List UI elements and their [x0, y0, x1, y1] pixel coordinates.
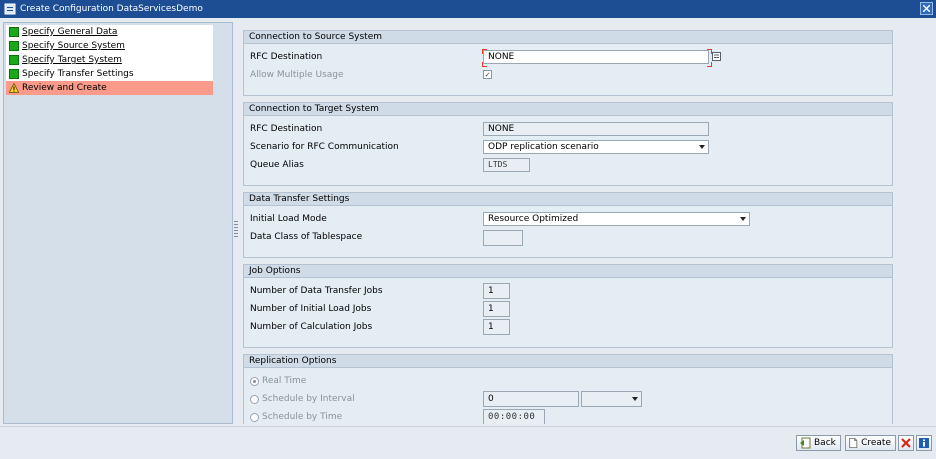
footer-toolbar: Back Create: [0, 426, 936, 459]
step-target-system[interactable]: Specify Target System: [6, 53, 213, 67]
job-options-group: Job Options Number of Data Transfer Jobs…: [243, 264, 893, 348]
initial-load-mode-select[interactable]: Resource Optimized: [483, 212, 750, 226]
calculation-jobs-input[interactable]: 1: [483, 319, 510, 335]
step-label: Specify Source System: [22, 41, 125, 51]
data-transfer-group: Data Transfer Settings Initial Load Mode…: [243, 192, 893, 258]
tablespace-input[interactable]: [483, 230, 523, 246]
create-button[interactable]: Create: [845, 435, 896, 451]
initial-load-mode-label: Initial Load Mode: [250, 214, 327, 224]
step-label: Review and Create: [22, 83, 107, 93]
back-label: Back: [814, 438, 836, 448]
completed-icon: [9, 27, 19, 37]
field-value: ODP replication scenario: [488, 142, 599, 152]
steps-list: Specify General Data Specify Source Syst…: [6, 25, 213, 95]
completed-icon: [9, 55, 19, 65]
field-value: NONE: [488, 124, 515, 134]
group-heading: Connection to Source System: [244, 31, 892, 44]
calculation-jobs-label: Number of Calculation Jobs: [250, 322, 373, 332]
field-value: Resource Optimized: [488, 214, 579, 224]
completed-icon: [9, 69, 19, 79]
cancel-icon: [901, 438, 911, 448]
content-pane: Connection to Source System RFC Destinat…: [240, 22, 930, 424]
group-heading: Replication Options: [244, 355, 892, 368]
title-bar: Create Configuration DataServicesDemo: [0, 0, 936, 18]
target-rfc-destination-input[interactable]: NONE: [483, 122, 709, 136]
group-heading: Data Transfer Settings: [244, 193, 892, 206]
field-value: 1: [488, 322, 494, 332]
rfc-destination-label: RFC Destination: [250, 52, 323, 62]
field-value: 1: [488, 304, 494, 314]
back-button[interactable]: Back: [796, 435, 841, 451]
real-time-option[interactable]: Real Time: [250, 374, 306, 388]
radio-button[interactable]: [250, 376, 259, 386]
step-label: Specify General Data: [22, 27, 118, 37]
new-document-icon: [849, 437, 858, 449]
required-marker: [482, 62, 487, 67]
tablespace-label: Data Class of Tablespace: [250, 232, 363, 242]
schedule-time-option[interactable]: Schedule by Time: [250, 410, 342, 424]
interval-unit-select[interactable]: [581, 391, 642, 407]
completed-icon: [9, 41, 19, 51]
step-general-data[interactable]: Specify General Data: [6, 25, 213, 39]
required-marker: [482, 49, 487, 54]
radio-button[interactable]: [250, 412, 259, 422]
steps-pane: Specify General Data Specify Source Syst…: [3, 22, 233, 424]
warning-icon: [9, 83, 19, 93]
schedule-time-input[interactable]: 00:00:00: [483, 409, 545, 424]
initial-load-jobs-input[interactable]: 1: [483, 301, 510, 317]
group-heading: Job Options: [244, 265, 892, 278]
scenario-select[interactable]: ODP replication scenario: [483, 140, 709, 154]
app-icon: [4, 3, 16, 15]
interval-input[interactable]: 0: [483, 391, 579, 407]
back-icon: [800, 437, 811, 449]
schedule-interval-option[interactable]: Schedule by Interval: [250, 392, 355, 406]
option-label: Schedule by Interval: [262, 394, 355, 404]
allow-multiple-usage-checkbox[interactable]: ✓: [483, 70, 492, 79]
data-transfer-jobs-label: Number of Data Transfer Jobs: [250, 286, 383, 296]
field-value: 1: [488, 286, 494, 296]
field-value: 00:00:00: [488, 412, 536, 422]
close-button[interactable]: [920, 2, 933, 15]
step-review-create[interactable]: Review and Create: [6, 81, 213, 95]
initial-load-jobs-label: Number of Initial Load Jobs: [250, 304, 372, 314]
step-label: Specify Target System: [22, 55, 122, 65]
cancel-button[interactable]: [898, 435, 914, 451]
field-value: NONE: [488, 52, 515, 62]
source-system-group: Connection to Source System RFC Destinat…: [243, 30, 893, 96]
queue-alias-label: Queue Alias: [250, 160, 304, 170]
field-value: LTDS: [488, 160, 508, 169]
radio-button[interactable]: [250, 394, 259, 404]
value-help-icon[interactable]: [712, 52, 722, 62]
replication-options-group: Replication Options Real Time Schedule b…: [243, 354, 893, 424]
rfc-destination-label: RFC Destination: [250, 124, 323, 134]
target-system-group: Connection to Target System RFC Destinat…: [243, 102, 893, 186]
option-label: Real Time: [262, 376, 307, 386]
window-title: Create Configuration DataServicesDemo: [20, 4, 203, 14]
step-source-system[interactable]: Specify Source System: [6, 39, 213, 53]
info-button[interactable]: [916, 435, 932, 451]
field-value: 0: [488, 394, 494, 404]
group-heading: Connection to Target System: [244, 103, 892, 116]
allow-multiple-usage-label: Allow Multiple Usage: [250, 70, 344, 80]
pane-splitter[interactable]: [234, 221, 238, 239]
queue-alias-input[interactable]: LTDS: [483, 158, 530, 172]
option-label: Schedule by Time: [262, 412, 343, 422]
step-transfer-settings[interactable]: Specify Transfer Settings: [6, 67, 213, 81]
chevron-down-icon: [699, 145, 705, 149]
data-transfer-jobs-input[interactable]: 1: [483, 283, 510, 299]
chevron-down-icon: [740, 217, 746, 221]
create-label: Create: [861, 438, 891, 448]
chevron-down-icon: [632, 397, 638, 401]
info-icon: [919, 438, 929, 448]
source-rfc-destination-input[interactable]: NONE: [483, 50, 709, 64]
required-marker: [707, 62, 712, 67]
close-icon: [923, 5, 930, 12]
scenario-label: Scenario for RFC Communication: [250, 142, 399, 152]
step-label: Specify Transfer Settings: [22, 69, 134, 79]
